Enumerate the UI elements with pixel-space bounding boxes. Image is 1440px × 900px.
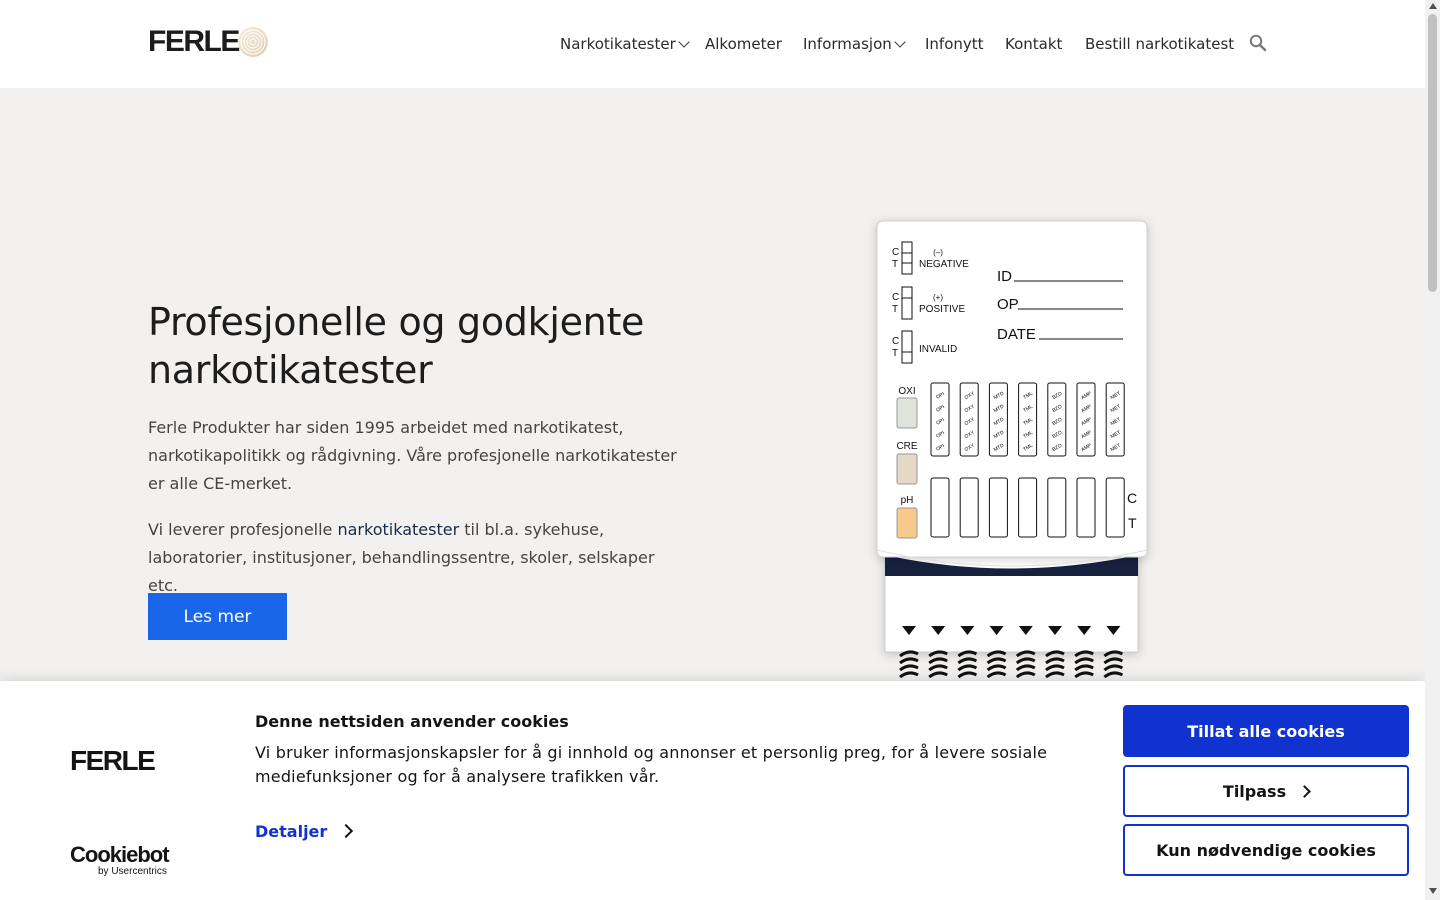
legend-negative: NEGATIVE xyxy=(919,259,969,270)
hatch-column xyxy=(1045,650,1065,679)
customize-label: Tilpass xyxy=(1222,781,1287,801)
cookie-brand-logo: FERLE xyxy=(70,745,156,776)
legend-positive: POSITIVE xyxy=(919,304,965,315)
dip-hatching xyxy=(899,650,1124,679)
nav-label: Informasjon xyxy=(803,35,892,53)
scroll-up-arrow-icon[interactable] xyxy=(1429,3,1437,9)
legend-sign: (–) xyxy=(933,248,943,257)
nav-infonytt[interactable]: Infonytt xyxy=(925,34,984,54)
result-window xyxy=(1105,477,1125,538)
result-window xyxy=(988,477,1008,538)
hero-title: Profesjonelle og godkjente narkotikateste… xyxy=(148,298,708,394)
cookie-text: Vi bruker informasjonskapsler for å gi i… xyxy=(255,743,1048,786)
svg-text:C: C xyxy=(892,336,899,347)
cookiebot-logo[interactable]: Cookiebot by Usercentrics xyxy=(70,842,170,878)
cookie-details-link[interactable]: Detaljer xyxy=(255,822,354,841)
paragraph-text: Vi leverer profesjonelle xyxy=(148,520,338,539)
result-window xyxy=(1018,477,1038,538)
cookie-title: Denne nettsiden anvender cookies xyxy=(255,712,569,731)
ct-t-label: T xyxy=(1128,515,1137,531)
hatch-column xyxy=(1103,650,1124,679)
svg-text:T: T xyxy=(892,348,898,359)
chevron-down-icon xyxy=(894,36,906,48)
hero-paragraph-1: Ferle Produkter har siden 1995 arbeidet … xyxy=(148,418,677,493)
ct-c-label: C xyxy=(1127,490,1137,506)
ph-pad xyxy=(896,507,918,539)
nav-alkometer[interactable]: Alkometer xyxy=(705,34,782,54)
chevron-right-icon xyxy=(1298,784,1311,798)
svg-text:C: C xyxy=(892,247,899,258)
customize-cookies-button[interactable]: Tilpass xyxy=(1123,765,1409,817)
field-date: DATE xyxy=(997,326,1036,343)
scroll-down-arrow-icon[interactable] xyxy=(1429,888,1437,894)
adulterant-label: CRE xyxy=(896,441,917,452)
svg-text:T: T xyxy=(892,304,898,315)
result-window xyxy=(1047,477,1067,538)
hero-title-line2: narkotikatester xyxy=(148,348,433,392)
field-op: OP xyxy=(997,296,1019,313)
hero-title-line1: Profesjonelle og godkjente xyxy=(148,300,645,344)
search-icon[interactable] xyxy=(1249,34,1267,52)
svg-text:T: T xyxy=(892,259,898,270)
svg-text:C: C xyxy=(892,292,899,303)
oxi-pad xyxy=(896,397,918,429)
chevron-right-icon xyxy=(339,823,354,839)
les-mer-button[interactable]: Les mer xyxy=(148,593,287,640)
chevron-down-icon xyxy=(678,36,690,48)
nav-informasjon[interactable]: Informasjon xyxy=(803,34,906,54)
nav-label: Alkometer xyxy=(705,35,782,53)
hatch-column xyxy=(957,650,978,679)
result-window xyxy=(959,477,979,538)
details-label: Detaljer xyxy=(255,822,328,841)
scroll-thumb[interactable] xyxy=(1428,14,1437,292)
hatch-column xyxy=(1074,650,1094,679)
site-header: FERLE Narkotikatester Alkometer Informas… xyxy=(0,0,1425,88)
nav-narkotikatester[interactable]: Narkotikatester xyxy=(560,34,690,54)
drug-test-cup-illustration: CT (–) NEGATIVE CT (+) POSITIVE CT INVAL… xyxy=(876,220,1148,679)
page-scrollbar[interactable] xyxy=(1425,0,1440,900)
necessary-cookies-button[interactable]: Kun nødvendige cookies xyxy=(1123,824,1409,876)
nav-bestill-narkotikatest[interactable]: Bestill narkotikatest xyxy=(1085,34,1234,54)
hatch-column xyxy=(899,650,919,679)
adulterant-label: OXI xyxy=(898,386,915,397)
nav-label: Bestill narkotikatest xyxy=(1085,35,1235,53)
cookie-banner: FERLE Cookiebot by Usercentrics Denne ne… xyxy=(0,681,1425,900)
hatch-column xyxy=(928,650,948,679)
hatch-column xyxy=(1015,650,1036,679)
cre-pad xyxy=(896,453,918,485)
hero-paragraph-2: Vi leverer profesjonelle narkotikatester… xyxy=(148,516,688,600)
adulterant-label: pH xyxy=(901,495,914,506)
nav-label: Narkotikatester xyxy=(560,35,676,53)
result-window xyxy=(930,477,950,538)
cookiebot-name: Cookiebot xyxy=(70,842,170,867)
main-nav: Narkotikatester Alkometer Informasjon In… xyxy=(0,34,1425,54)
nav-label: Kontakt xyxy=(1005,35,1063,53)
field-id: ID xyxy=(997,268,1012,285)
adulterant-pads: OXI CRE pH xyxy=(896,386,918,539)
legend-sign: (+) xyxy=(933,293,943,302)
nav-label: Infonytt xyxy=(925,35,984,53)
nav-kontakt[interactable]: Kontakt xyxy=(1005,34,1062,54)
legend-invalid: INVALID xyxy=(919,344,957,355)
cookiebot-by: by Usercentrics xyxy=(98,866,167,877)
hatch-column xyxy=(986,650,1007,679)
result-window xyxy=(1076,477,1096,538)
narkotikatester-link[interactable]: narkotikatester xyxy=(337,520,459,539)
allow-all-cookies-button[interactable]: Tillat alle cookies xyxy=(1123,705,1409,757)
